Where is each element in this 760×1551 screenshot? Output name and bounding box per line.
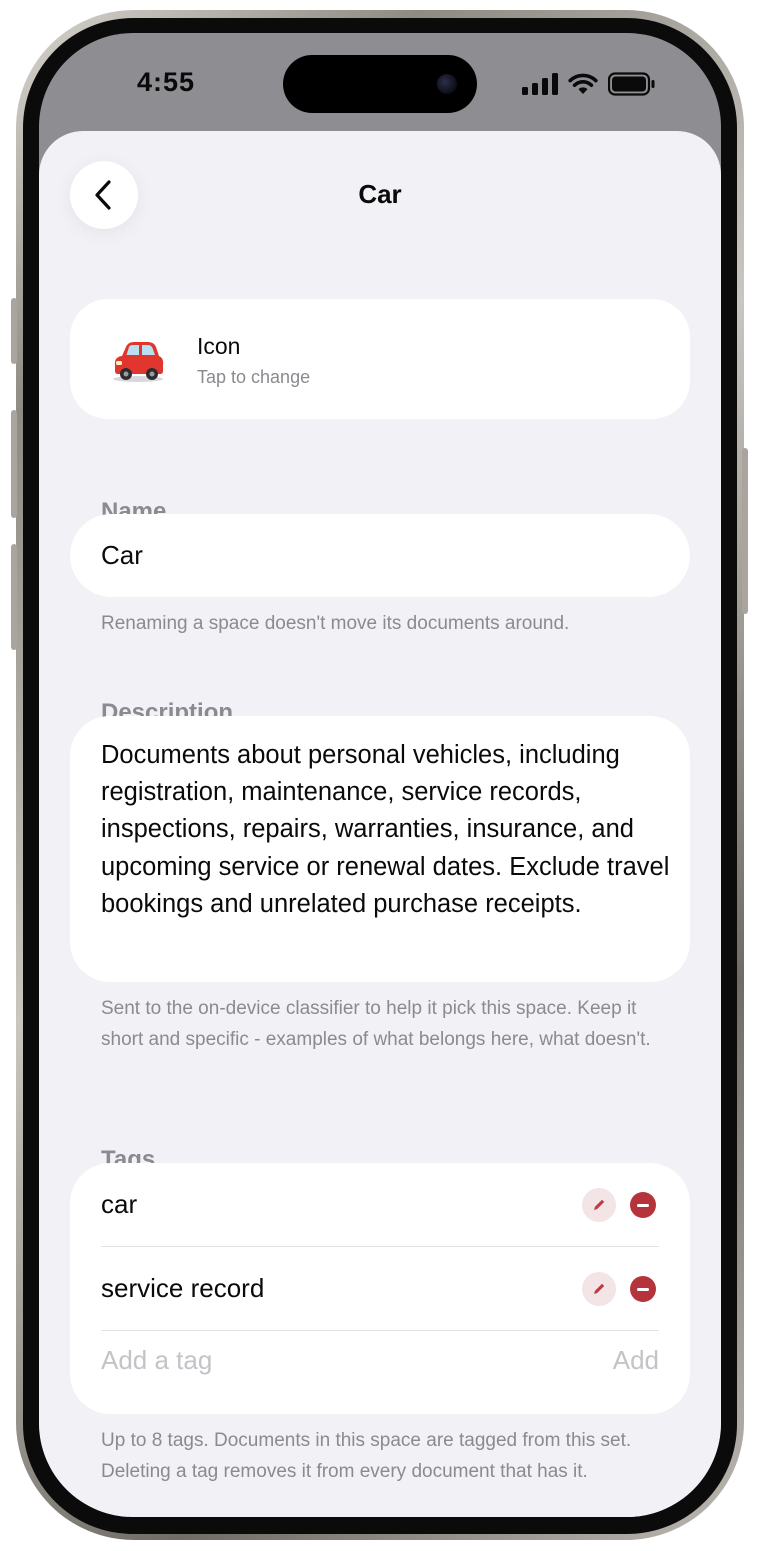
name-value[interactable]: Car — [101, 540, 143, 571]
dynamic-island — [283, 55, 477, 113]
action-button — [11, 298, 17, 364]
add-tag-button[interactable]: Add — [613, 1345, 659, 1376]
tags-card: car service record Add a tag Add — [70, 1163, 690, 1414]
name-field[interactable]: Car — [70, 514, 690, 597]
tag-label: service record — [101, 1273, 265, 1303]
status-time: 4:55 — [137, 67, 196, 97]
icon-row-subtitle: Tap to change — [197, 367, 311, 387]
minus-icon — [637, 1287, 649, 1291]
divider — [101, 1330, 659, 1331]
tag-label: car — [101, 1189, 138, 1219]
delete-tag-button[interactable] — [630, 1192, 656, 1218]
cellular-signal-icon — [522, 73, 558, 95]
volume-up-button — [11, 410, 17, 518]
icon-row-title: Icon — [197, 333, 241, 359]
power-button — [742, 448, 748, 614]
description-hint: Sent to the on-device classifier to help… — [101, 998, 651, 1050]
car-emoji-icon — [113, 342, 164, 382]
status-icons — [522, 71, 656, 97]
tag-row: car — [101, 1163, 659, 1247]
tags-hint: Up to 8 tags. Documents in this space ar… — [101, 1430, 632, 1482]
name-hint: Renaming a space doesn't move its docume… — [101, 613, 570, 634]
wifi-icon — [568, 73, 598, 94]
description-field[interactable]: Documents about personal vehicles, inclu… — [70, 716, 690, 982]
description-value[interactable]: Documents about personal vehicles, inclu… — [101, 737, 671, 923]
delete-tag-button[interactable] — [630, 1276, 656, 1302]
minus-icon — [637, 1203, 649, 1207]
battery-icon — [608, 72, 655, 96]
status-bar: 4:55 — [39, 33, 721, 133]
edit-tag-button[interactable] — [582, 1272, 616, 1306]
volume-down-button — [11, 544, 17, 650]
pencil-icon — [594, 1199, 605, 1210]
add-tag-input[interactable] — [101, 1345, 541, 1376]
edit-space-sheet: Car Icon Tap to change Name Car Renaming… — [39, 131, 721, 1517]
pencil-icon — [594, 1283, 605, 1294]
edit-tag-button[interactable] — [582, 1188, 616, 1222]
page-title: Car — [358, 179, 402, 209]
tag-row: service record — [101, 1247, 659, 1331]
front-camera — [437, 74, 457, 94]
icon-picker-row[interactable]: Icon Tap to change — [70, 299, 690, 419]
screen: 4:55 Car Icon Tap to change Name Car Ren… — [39, 33, 721, 1517]
